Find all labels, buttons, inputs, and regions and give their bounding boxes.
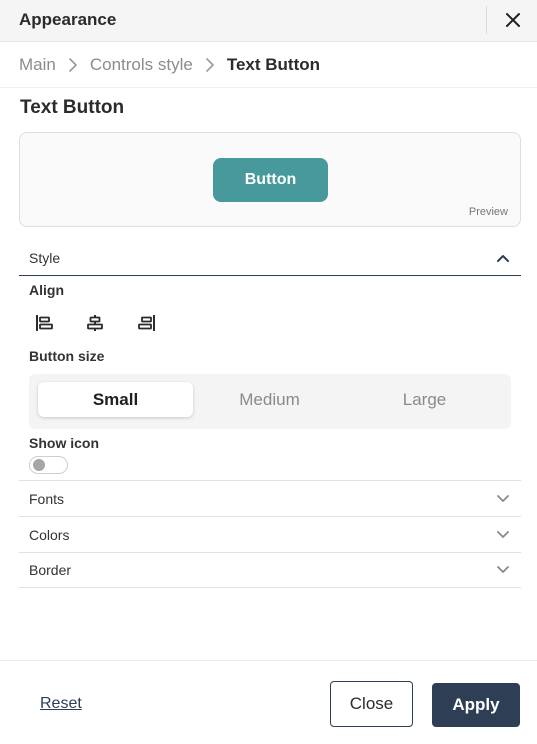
show-icon-toggle[interactable] bbox=[29, 456, 68, 474]
breadcrumb-divider bbox=[0, 87, 537, 88]
accordion-border-header[interactable]: Border bbox=[19, 552, 521, 588]
close-icon[interactable] bbox=[499, 6, 527, 34]
accordion-border-label: Border bbox=[29, 562, 72, 578]
apply-button[interactable]: Apply bbox=[432, 683, 520, 727]
header-divider bbox=[486, 6, 487, 34]
size-option-small[interactable]: Small bbox=[38, 382, 193, 417]
chevron-down-icon bbox=[495, 491, 511, 507]
breadcrumb-item-controls-style[interactable]: Controls style bbox=[90, 55, 193, 75]
show-icon-label: Show icon bbox=[29, 435, 99, 451]
align-left-icon[interactable] bbox=[31, 310, 57, 336]
close-button[interactable]: Close bbox=[330, 681, 413, 727]
breadcrumb: Main Controls style Text Button bbox=[19, 54, 320, 76]
size-option-large[interactable]: Large bbox=[347, 382, 502, 417]
accordion-style-header[interactable]: Style bbox=[19, 240, 521, 276]
dialog-footer: Reset Close Apply bbox=[0, 660, 537, 744]
align-center-icon[interactable] bbox=[82, 310, 108, 336]
accordion-fonts-header[interactable]: Fonts bbox=[19, 480, 521, 516]
align-right-icon[interactable] bbox=[134, 310, 160, 336]
preview-label: Preview bbox=[468, 206, 508, 218]
button-size-segmented-control: Small Medium Large bbox=[29, 374, 511, 429]
size-option-medium[interactable]: Medium bbox=[192, 382, 347, 417]
breadcrumb-item-main[interactable]: Main bbox=[19, 55, 56, 75]
chevron-up-icon bbox=[495, 250, 511, 266]
dialog-header: Appearance bbox=[0, 0, 537, 42]
accordion-colors-label: Colors bbox=[29, 526, 70, 543]
accordion-style-label: Style bbox=[29, 249, 61, 266]
reset-link[interactable]: Reset bbox=[40, 695, 82, 713]
toggle-knob bbox=[33, 459, 45, 471]
chevron-right-icon bbox=[199, 54, 221, 76]
align-label: Align bbox=[29, 282, 64, 298]
dialog-title: Appearance bbox=[19, 10, 117, 29]
chevron-down-icon bbox=[495, 562, 511, 578]
accordion-fonts-label: Fonts bbox=[29, 490, 65, 507]
preview-panel: Button Preview bbox=[19, 132, 521, 227]
breadcrumb-item-current: Text Button bbox=[226, 55, 321, 74]
preview-button[interactable]: Button bbox=[213, 158, 328, 202]
accordion-colors-header[interactable]: Colors bbox=[19, 516, 521, 552]
chevron-down-icon bbox=[495, 527, 511, 543]
page-title: Text Button bbox=[20, 97, 125, 118]
chevron-right-icon bbox=[62, 54, 84, 76]
button-size-label: Button size bbox=[29, 348, 105, 364]
